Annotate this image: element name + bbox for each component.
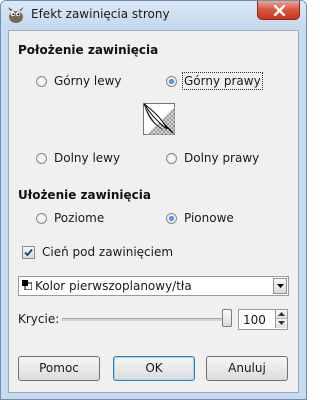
- window-title: Efekt zawinięcia strony: [31, 7, 170, 21]
- radio-indicator: [166, 212, 177, 224]
- radio-label: Dolny prawy: [184, 151, 260, 165]
- close-icon: [273, 5, 286, 16]
- radio-label: Dolny lewy: [54, 151, 121, 165]
- radio-bottom-right[interactable]: Dolny prawy: [166, 151, 259, 165]
- radio-label: Górny lewy: [54, 74, 122, 88]
- combo-dropdown-button[interactable]: [273, 278, 287, 294]
- help-button[interactable]: Pomoc: [18, 356, 100, 381]
- dialog-window: Efekt zawinięcia strony Położenie zawini…: [0, 0, 307, 400]
- radio-indicator: [166, 75, 177, 87]
- radio-label: Górny prawy: [182, 72, 263, 90]
- opacity-slider-thumb[interactable]: [222, 309, 232, 327]
- spin-up-icon: [278, 312, 285, 316]
- gimp-wilber-icon: [8, 7, 24, 23]
- curl-location-heading: Położenie zawinięcia: [18, 43, 159, 57]
- shadow-checkbox[interactable]: Cień pod zawinięciem: [22, 245, 173, 259]
- radio-label: Pionowe: [184, 211, 234, 225]
- opacity-slider-track[interactable]: [62, 318, 230, 321]
- opacity-spinbutton[interactable]: 100: [238, 309, 288, 330]
- ok-button[interactable]: OK: [113, 356, 195, 381]
- radio-label: Poziome: [54, 211, 105, 225]
- dialog-content: Położenie zawinięcia Górny lewy Górny pr…: [8, 30, 299, 393]
- radio-indicator: [36, 75, 47, 87]
- gradient-combo[interactable]: Kolor pierwszoplanowy/tła: [18, 276, 289, 296]
- radio-horizontal[interactable]: Poziome: [36, 211, 104, 225]
- spin-down-icon: [278, 321, 285, 325]
- chevron-down-icon: [277, 284, 284, 288]
- shadow-checkbox-label: Cień pod zawinięciem: [42, 245, 174, 259]
- spin-up-button[interactable]: [275, 310, 287, 319]
- spin-down-button[interactable]: [275, 319, 287, 328]
- curl-orientation-heading: Ułożenie zawinięcia: [18, 188, 151, 202]
- opacity-value[interactable]: 100: [243, 313, 266, 327]
- cancel-button[interactable]: Anuluj: [206, 356, 288, 381]
- fg-bg-color-swatch-icon: [22, 280, 32, 290]
- radio-top-right[interactable]: Górny prawy: [166, 72, 263, 90]
- gradient-combo-value: Kolor pierwszoplanowy/tła: [35, 279, 192, 293]
- radio-indicator: [166, 152, 177, 164]
- checkbox-box: [22, 245, 35, 259]
- radio-indicator: [36, 152, 47, 164]
- radio-indicator: [36, 212, 47, 224]
- checkmark-icon: [24, 248, 33, 256]
- radio-vertical[interactable]: Pionowe: [166, 211, 234, 225]
- radio-top-left[interactable]: Górny lewy: [36, 74, 122, 88]
- page-curl-preview-icon: [143, 103, 175, 135]
- radio-bottom-left[interactable]: Dolny lewy: [36, 151, 120, 165]
- close-button[interactable]: [257, 1, 300, 20]
- title-bar[interactable]: Efekt zawinięcia strony: [1, 1, 306, 29]
- opacity-label: Krycie:: [18, 312, 60, 326]
